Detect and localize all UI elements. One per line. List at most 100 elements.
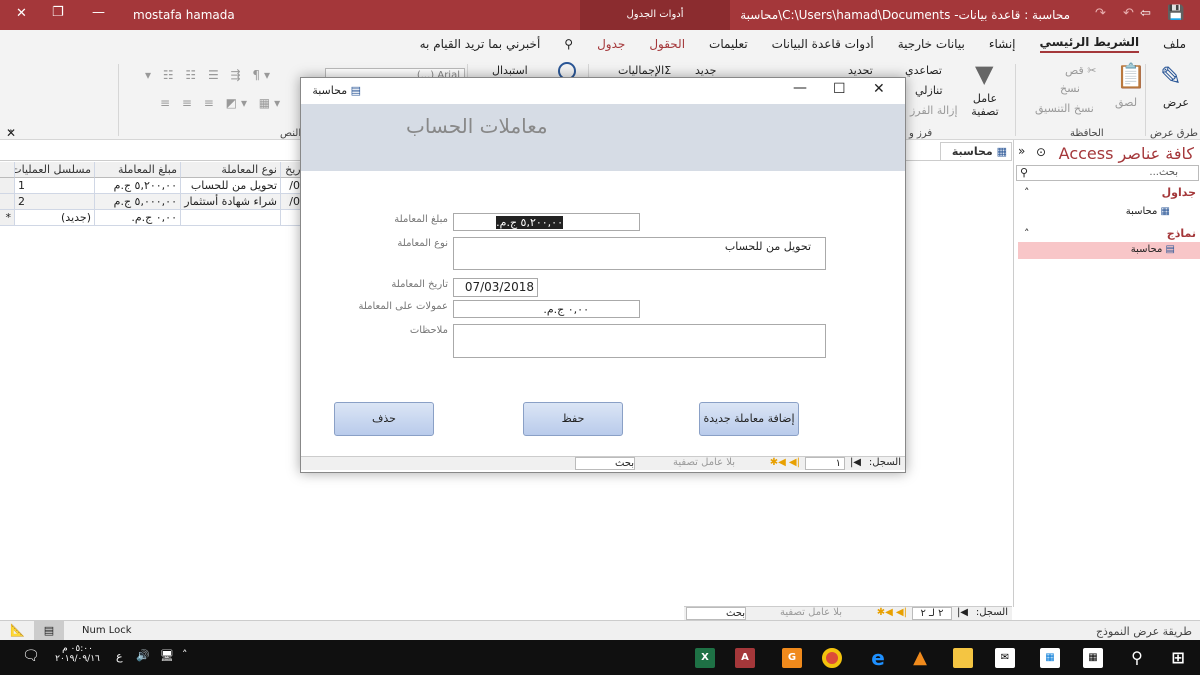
collapse-icon[interactable]: ˄ xyxy=(1024,186,1030,199)
tab-help[interactable]: تعليمات xyxy=(709,37,748,51)
redo2-icon[interactable]: ⇦ xyxy=(1140,6,1151,21)
action-center-icon[interactable]: 🗨 xyxy=(22,648,40,664)
minimize-icon[interactable]: — xyxy=(92,5,105,20)
column-header[interactable]: مسلسل العمليات xyxy=(15,162,95,178)
search-box[interactable]: بحث xyxy=(686,607,746,620)
close-document-icon[interactable]: ✕ xyxy=(6,126,16,140)
tab-external-data[interactable]: بيانات خارجية xyxy=(898,37,965,51)
cell[interactable]: تحويل من للحساب xyxy=(181,178,281,194)
view-icon[interactable]: ✎ xyxy=(1160,62,1182,92)
record-position-input[interactable]: ١ xyxy=(805,457,845,470)
language-indicator[interactable]: ع xyxy=(116,650,123,663)
view-button[interactable]: عرض xyxy=(1163,96,1189,109)
record-position-input[interactable]: ٢ لـ ٢ xyxy=(912,607,952,620)
new-record-button[interactable]: جديد xyxy=(695,64,716,77)
notes-input[interactable] xyxy=(453,324,826,358)
filter-status[interactable]: بلا عامل تصفية xyxy=(673,457,735,468)
show-hidden-icon[interactable]: ˄ xyxy=(182,648,188,661)
commission-input[interactable]: ٠,٠٠ ج.م. xyxy=(453,300,640,318)
edge-icon[interactable]: e xyxy=(868,648,888,668)
tab-database-tools[interactable]: أدوات قاعدة البيانات xyxy=(772,37,874,51)
alignment-icons[interactable]: ▾▦ ▾◩ ≡ ≡ ≡ xyxy=(160,96,284,110)
windows-start-icon[interactable]: ⊞ xyxy=(1168,648,1188,668)
column-header[interactable]: مبلغ المعاملة xyxy=(95,162,181,178)
last-record-icon[interactable]: ◀| xyxy=(957,607,968,618)
nav-item-form[interactable]: ▤ محاسبة xyxy=(1018,242,1200,259)
nav-search-input[interactable]: بحث... xyxy=(1016,165,1199,181)
nav-section-forms[interactable]: نماذج xyxy=(1167,227,1196,240)
paste-button[interactable]: لصق xyxy=(1115,96,1137,109)
cell[interactable]: 1 xyxy=(15,178,95,194)
user-name[interactable]: mostafa hamada xyxy=(133,8,235,22)
search-icon[interactable]: ⚲ xyxy=(1127,648,1147,668)
minimize-icon[interactable]: — xyxy=(793,80,807,96)
cell[interactable]: 2 xyxy=(15,194,95,210)
network-icon[interactable]: 🖥 xyxy=(160,649,174,662)
volume-icon[interactable]: 🔊 xyxy=(136,649,150,662)
filter-status[interactable]: بلا عامل تصفية xyxy=(780,607,842,618)
table-icon: ▦ xyxy=(1157,206,1170,217)
tab-fields[interactable]: الحقول xyxy=(649,37,685,51)
chrome-icon[interactable] xyxy=(822,648,842,668)
totals-button[interactable]: Σالإجماليات xyxy=(618,64,671,77)
clock[interactable]: ٠٥:٠٠ م ٢٠١٩/٠٩/١٦ xyxy=(55,644,100,664)
format-painter-button[interactable]: نسخ التنسيق xyxy=(1035,102,1094,115)
first-record-icon[interactable]: |◀ ◀✱ xyxy=(770,457,800,468)
type-input[interactable]: تحويل من للحساب xyxy=(453,237,826,270)
replace-button[interactable]: استبدال xyxy=(492,64,528,77)
date-input[interactable]: 07/03/2018 xyxy=(453,278,538,297)
maximize-icon[interactable]: ☐ xyxy=(833,81,846,97)
copy-button[interactable]: نسخ xyxy=(1060,82,1080,95)
store-icon[interactable]: ▦ xyxy=(1040,648,1060,668)
search-box[interactable]: بحث xyxy=(575,457,635,470)
dropdown-icon[interactable]: ⊙ xyxy=(1036,145,1046,159)
form-view-icon[interactable]: ▤ xyxy=(34,621,64,640)
collapse-icon[interactable]: ˄ xyxy=(1024,227,1030,240)
cut-button[interactable]: ✂ قص xyxy=(1065,64,1096,77)
cell[interactable]: (جديد) xyxy=(15,210,95,226)
tell-me-input[interactable]: أخبرني بما تريد القيام به xyxy=(420,37,541,51)
delete-button[interactable]: حذف xyxy=(334,402,434,436)
selection-button[interactable]: تحديد xyxy=(848,64,873,77)
filter-button[interactable]: عامل تصفية xyxy=(970,92,1000,118)
close-icon[interactable]: ✕ xyxy=(873,81,885,97)
close-window-icon[interactable]: ✕ xyxy=(16,6,27,21)
tab-home[interactable]: الشريط الرئيسي xyxy=(1039,35,1140,53)
calculator-icon[interactable]: ▦ xyxy=(1083,648,1103,668)
excel-icon[interactable]: X xyxy=(695,648,715,668)
nav-item-table[interactable]: ▦ محاسبة xyxy=(1126,206,1170,217)
cell[interactable]: ٥,٢٠٠,٠٠ ج.م xyxy=(95,178,181,194)
design-view-icon[interactable]: 📐 xyxy=(10,623,25,637)
paste-icon[interactable]: 📋 xyxy=(1116,62,1146,90)
restore-icon[interactable]: ❐ xyxy=(52,5,64,20)
column-header[interactable]: نوع المعاملة xyxy=(181,162,281,178)
mail-icon[interactable]: ✉ xyxy=(995,648,1015,668)
cell[interactable]: شراء شهادة أستثمار xyxy=(181,194,281,210)
file-explorer-icon[interactable] xyxy=(953,648,973,668)
remove-sort-button[interactable]: إزالة الفرز xyxy=(910,104,958,117)
access-icon[interactable]: A xyxy=(735,648,755,668)
undo-icon[interactable]: ↶ xyxy=(1123,6,1134,21)
first-record-icon[interactable]: |◀ ◀✱ xyxy=(877,607,907,618)
last-record-icon[interactable]: ◀| xyxy=(850,457,861,468)
cell[interactable]: ٠,٠٠ ج.م. xyxy=(95,210,181,226)
tab-table[interactable]: جدول xyxy=(597,37,625,51)
sort-ascending-button[interactable]: تصاعدي xyxy=(905,64,942,77)
redo-icon[interactable]: ↷ xyxy=(1095,6,1106,21)
amount-input[interactable]: ٥,٢٠٠,٠٠ ج.م. xyxy=(453,213,640,231)
add-transaction-button[interactable]: إضافة معاملة جديدة xyxy=(699,402,799,436)
nav-title[interactable]: كافة عناصر Access xyxy=(1059,144,1194,163)
vlc-icon[interactable]: ▲ xyxy=(910,648,930,668)
paragraph-icons[interactable]: ▾¶ ⇶ ☰ ☷ ☷ ▾ xyxy=(145,68,274,82)
shutter-icon[interactable]: « xyxy=(1018,144,1025,158)
filter-icon[interactable]: ▼ xyxy=(975,60,993,88)
document-tab[interactable]: ▦ محاسبة xyxy=(940,142,1012,160)
nav-section-tables[interactable]: جداول xyxy=(1162,186,1196,199)
save-icon[interactable]: 💾 xyxy=(1167,5,1184,21)
tab-file[interactable]: ملف xyxy=(1163,37,1186,51)
cell[interactable]: ٥,٠٠٠,٠٠ ج.م xyxy=(95,194,181,210)
save-button[interactable]: حفظ xyxy=(523,402,623,436)
sort-descending-button[interactable]: تنازلي xyxy=(915,84,943,97)
app-icon[interactable]: G xyxy=(782,648,802,668)
tab-create[interactable]: إنشاء xyxy=(989,37,1016,51)
